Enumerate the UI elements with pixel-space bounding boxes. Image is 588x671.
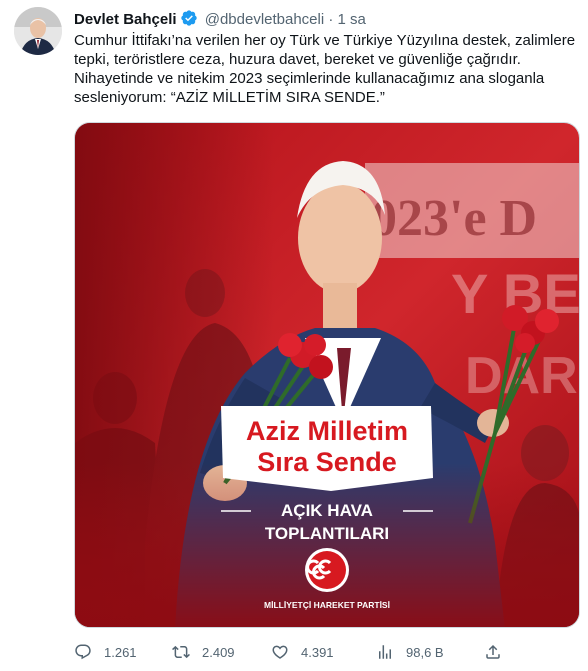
heart-icon: [272, 645, 288, 659]
share-button[interactable]: [484, 641, 514, 663]
verified-badge-icon: [180, 9, 198, 33]
author-photo: [14, 7, 62, 55]
reply-icon: [75, 644, 91, 660]
party-logo-icon: [305, 548, 349, 592]
tweet-text: Cumhur İttifakı’na verilen her oy Türk v…: [74, 32, 576, 106]
event-line-2: TOPLANTILARI: [265, 524, 389, 543]
tweet-timestamp[interactable]: 1 sa: [338, 11, 366, 28]
tweet-image[interactable]: 023'e D Y BE DAR: [74, 122, 580, 628]
party-name: MİLLİYETÇİ HAREKET PARTİSİ: [264, 600, 390, 610]
author-name[interactable]: Devlet Bahçeli: [74, 11, 177, 28]
views-count: 98,6 B: [406, 644, 444, 660]
tweet-actions: 1.261 2.409 4.391 98,6 B: [74, 641, 514, 663]
slogan-box: Aziz Milletim Sıra Sende: [221, 406, 433, 491]
separator-dot: ·: [328, 11, 334, 28]
like-button[interactable]: 4.391: [271, 641, 334, 663]
retweet-icon: [172, 645, 190, 659]
author-handle[interactable]: @dbdevletbahceli: [205, 11, 324, 28]
views-button[interactable]: 98,6 B: [376, 641, 444, 663]
reply-count: 1.261: [104, 644, 137, 660]
reply-button[interactable]: 1.261: [74, 641, 137, 663]
background-banner-text: 023'e D: [371, 190, 537, 247]
slogan-line-1: Aziz Milletim: [246, 416, 408, 446]
tweet-header: Devlet Bahçeli @dbdevletbahceli · 1 sa: [74, 9, 366, 33]
slogan-line-2: Sıra Sende: [257, 447, 397, 477]
retweet-count: 2.409: [202, 644, 235, 660]
author-avatar[interactable]: [14, 7, 62, 55]
retweet-button[interactable]: 2.409: [172, 641, 235, 663]
like-count: 4.391: [301, 644, 334, 660]
share-icon: [486, 644, 500, 659]
event-line-1: AÇIK HAVA: [281, 501, 373, 520]
views-chart-icon: [379, 645, 391, 659]
